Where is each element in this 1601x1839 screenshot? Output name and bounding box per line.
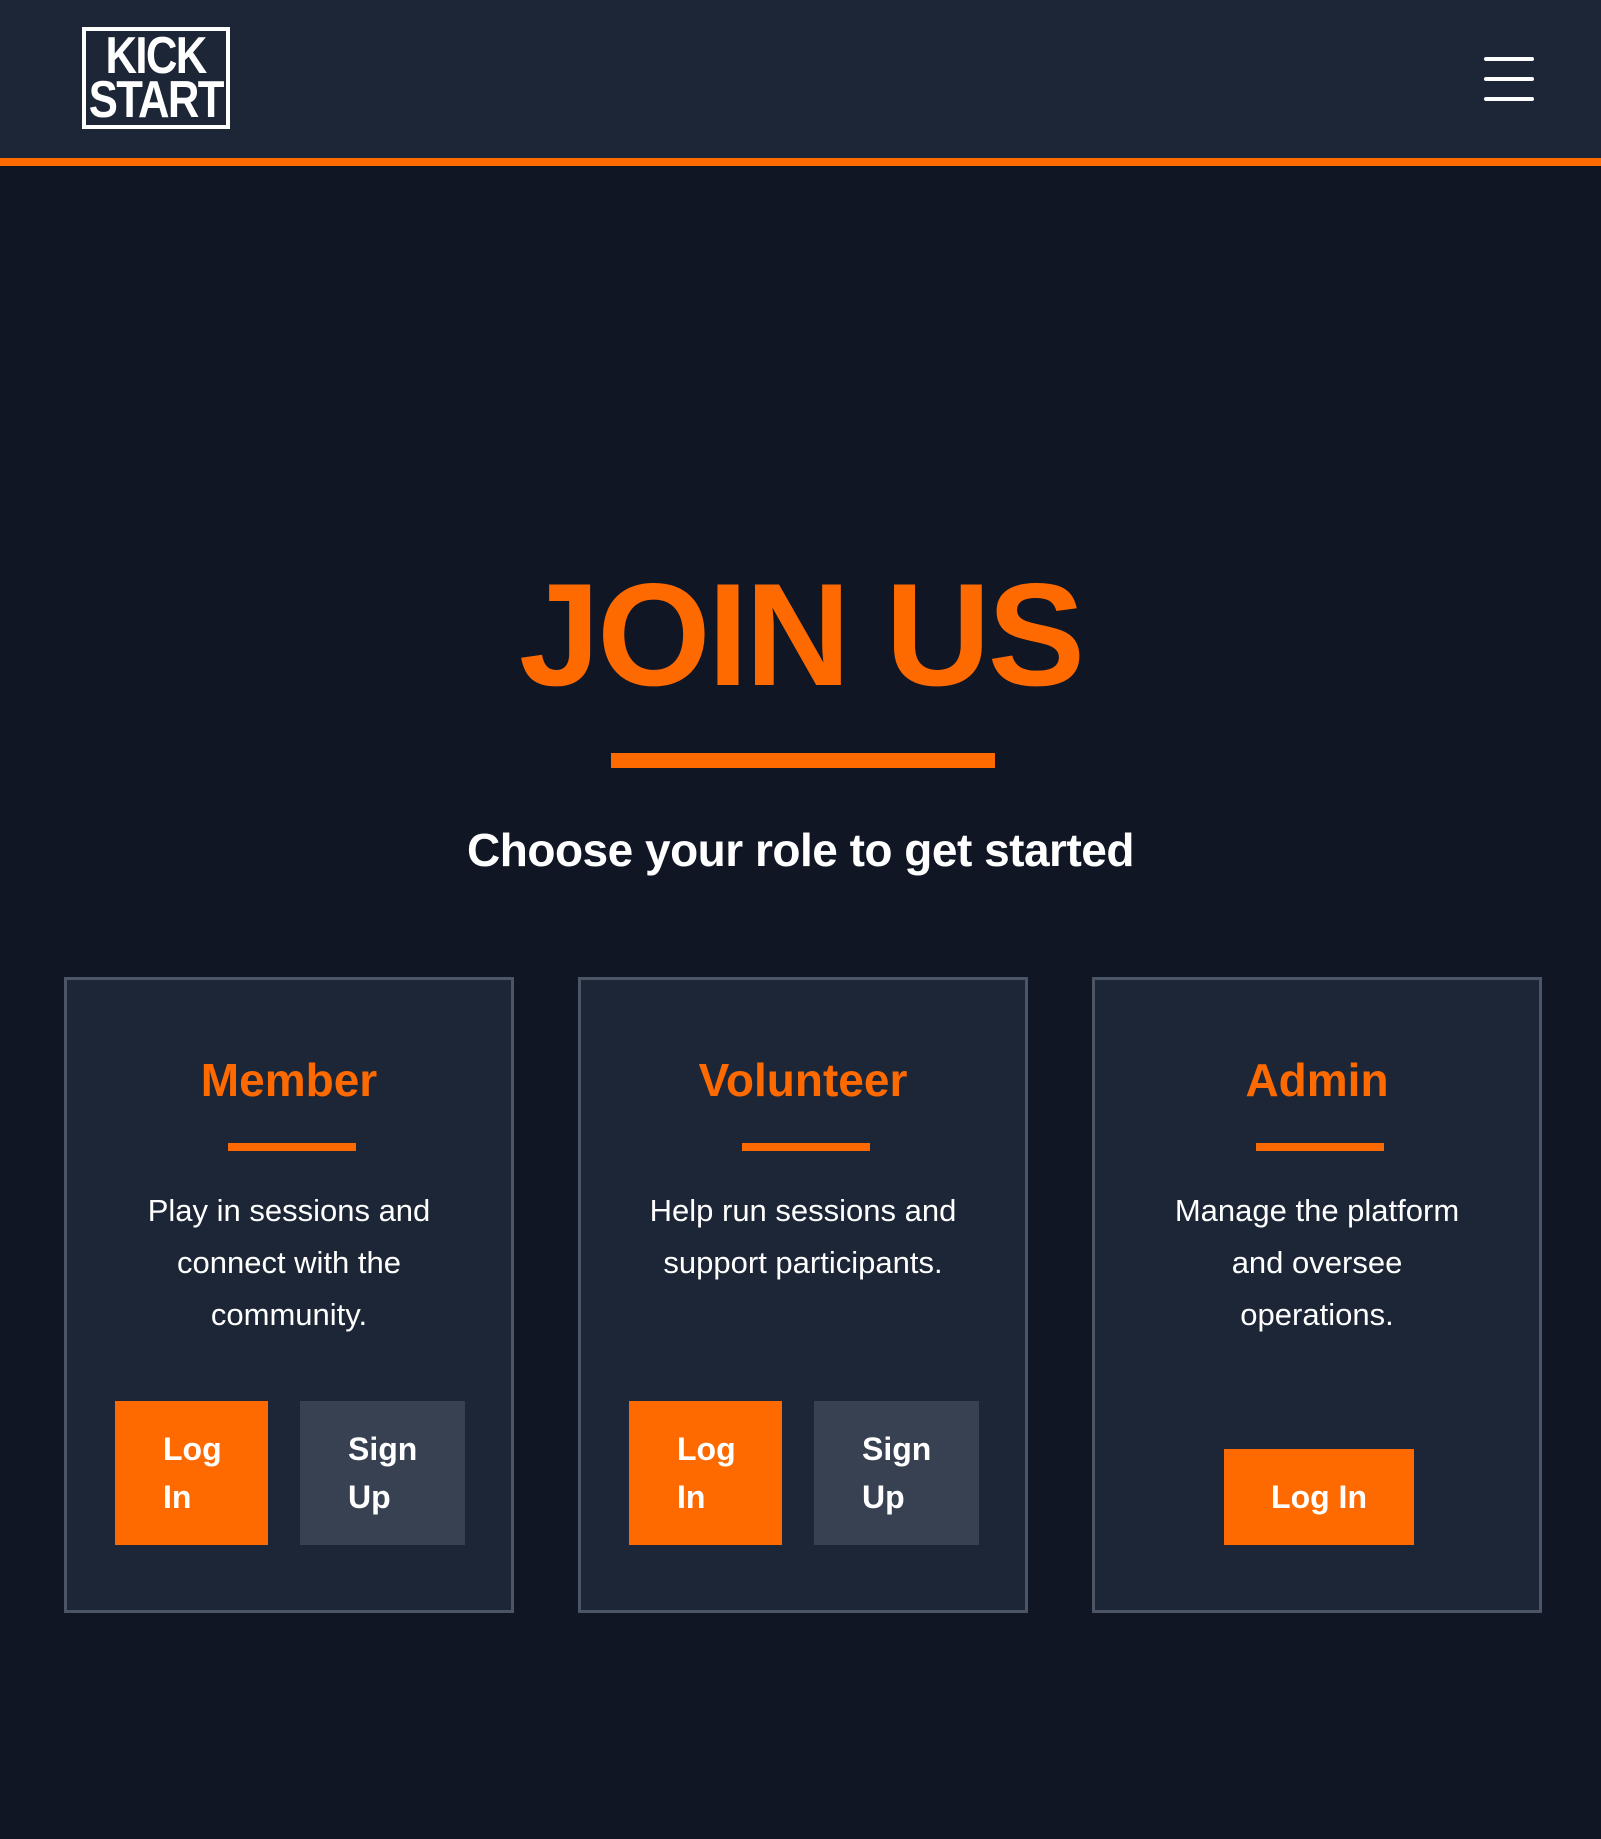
member-signup-button[interactable]: Sign Up: [300, 1401, 465, 1545]
logo-line-2: START: [89, 71, 225, 129]
volunteer-signup-button[interactable]: Sign Up: [814, 1401, 979, 1545]
kickstart-logo[interactable]: KICK START: [82, 27, 230, 129]
page-subtitle: Choose your role to get started: [467, 824, 1134, 876]
button-label: Log In: [1271, 1479, 1367, 1515]
page: KICK START JOIN US Choose your role to g…: [0, 0, 1601, 1839]
button-label: Sign Up: [348, 1431, 418, 1515]
title-underline: [611, 753, 995, 768]
card-title: Admin: [1245, 1054, 1389, 1106]
role-card-admin: Admin Manage the platform and oversee op…: [1092, 977, 1542, 1613]
card-title: Member: [200, 1054, 378, 1106]
menu-bar: [1484, 97, 1534, 101]
member-login-button[interactable]: Log In: [115, 1401, 268, 1545]
hamburger-menu-icon[interactable]: [1484, 57, 1534, 101]
button-label: Sign Up: [862, 1431, 932, 1515]
site-header: KICK START: [0, 0, 1601, 166]
button-label: Log In: [677, 1431, 736, 1515]
card-description: Play in sessions and connect with the co…: [147, 1193, 431, 1332]
card-description: Help run sessions and support participan…: [649, 1193, 957, 1280]
page-title: JOIN US: [518, 553, 1085, 716]
card-title-underline: [228, 1143, 356, 1151]
menu-bar: [1484, 77, 1534, 81]
card-description: Manage the platform and oversee operatio…: [1174, 1193, 1460, 1332]
card-title-underline: [742, 1143, 870, 1151]
role-card-member: Member Play in sessions and connect with…: [64, 977, 514, 1613]
card-title: Volunteer: [698, 1054, 908, 1106]
menu-bar: [1484, 57, 1534, 61]
volunteer-login-button[interactable]: Log In: [629, 1401, 782, 1545]
role-card-volunteer: Volunteer Help run sessions and support …: [578, 977, 1028, 1613]
admin-login-button[interactable]: Log In: [1224, 1449, 1414, 1545]
button-label: Log In: [163, 1431, 222, 1515]
card-title-underline: [1256, 1143, 1384, 1151]
